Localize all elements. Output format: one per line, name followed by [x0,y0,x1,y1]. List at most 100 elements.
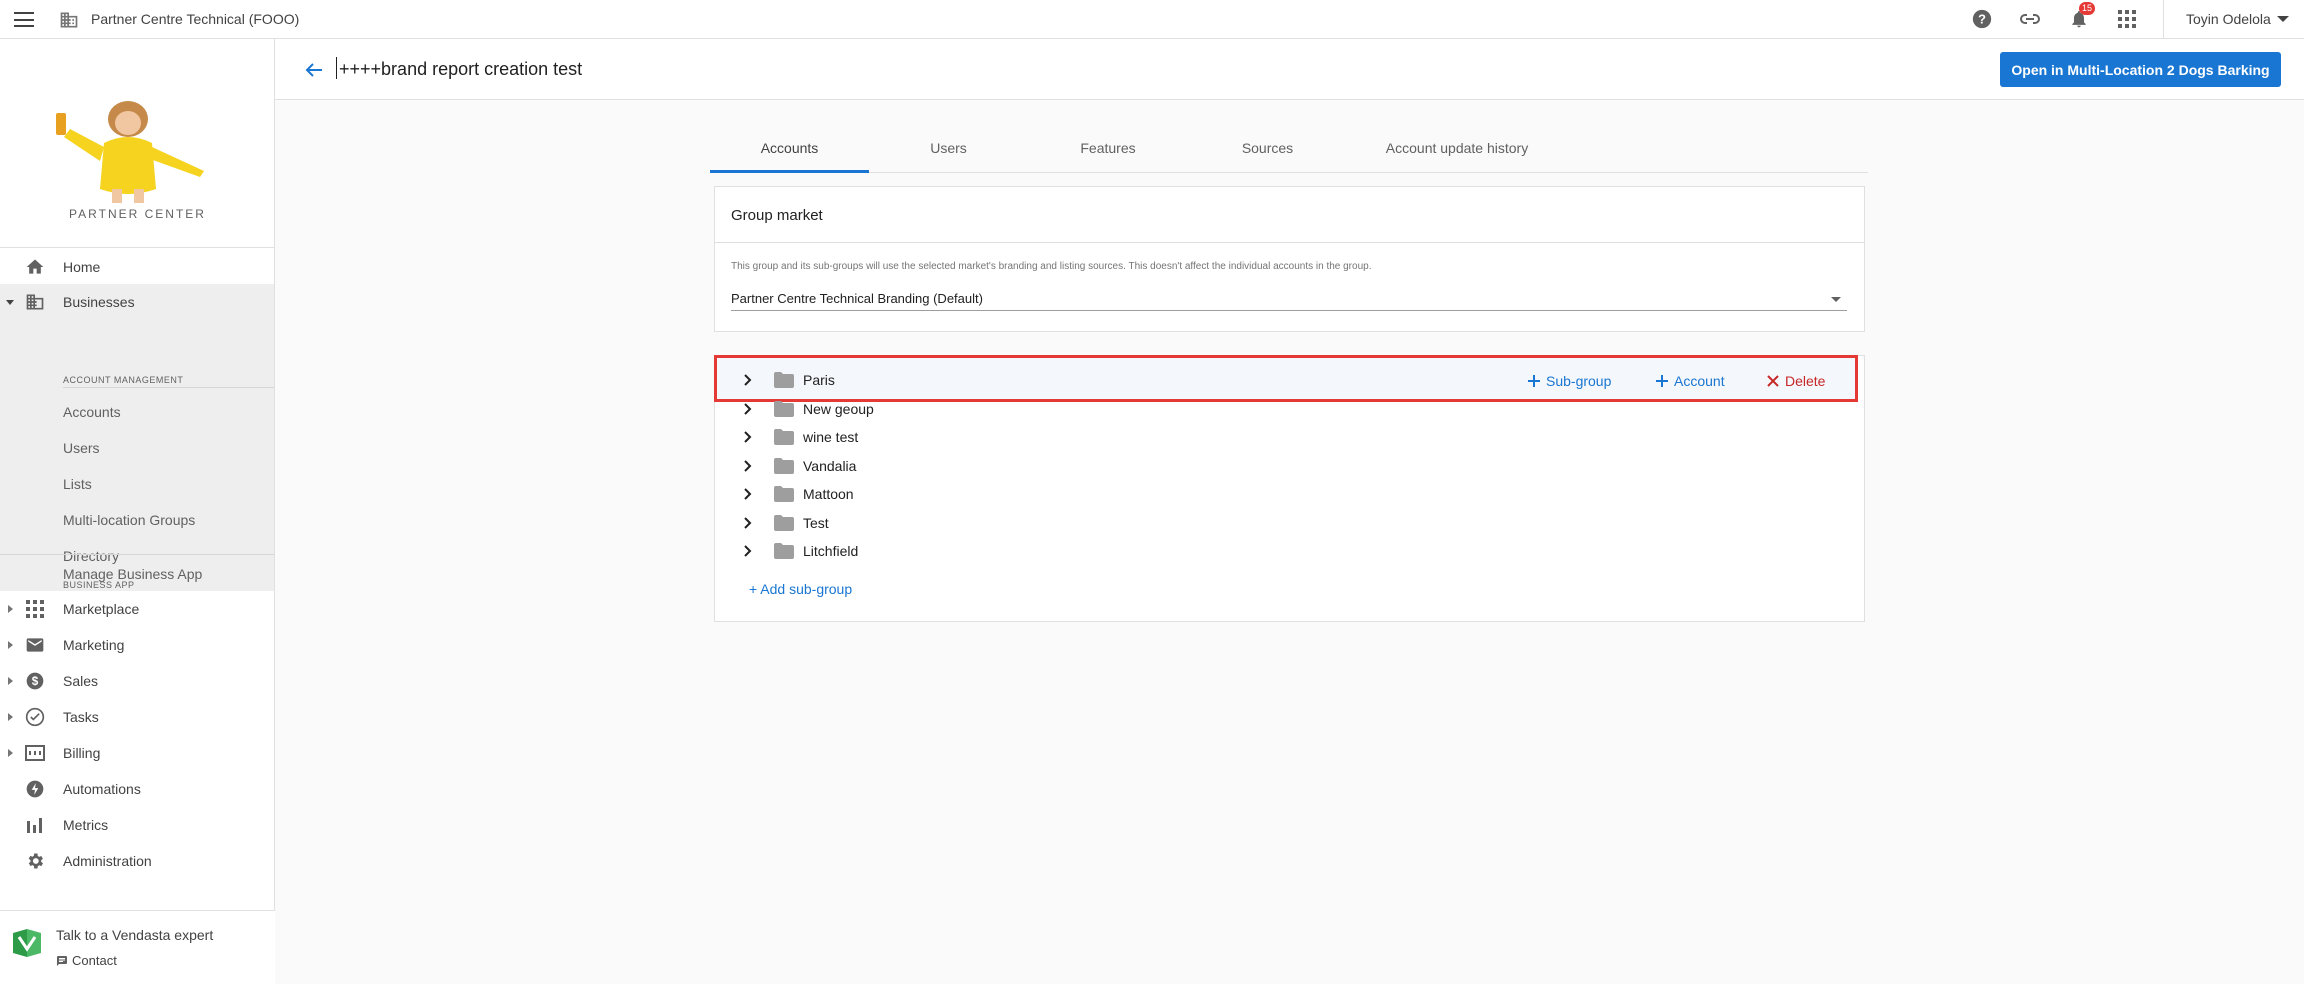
section-divider [63,387,274,388]
billing-icon [25,743,45,763]
apps-grid-icon[interactable] [2115,7,2139,31]
tree-row-label: Vandalia [803,458,857,474]
link-icon[interactable] [2018,7,2042,31]
tree-row-wine-test[interactable]: wine test [715,423,1855,451]
sub-groups-tree-card: Paris Sub-group Account Delete New geoup… [714,355,1865,622]
chevron-right-icon[interactable] [741,460,753,472]
tree-row-label: Mattoon [803,486,854,502]
sidebar-subitem-directory[interactable]: Directory [63,548,119,564]
vendasta-logo-icon [13,929,41,957]
gear-icon [25,851,45,871]
sidebar-item-tasks[interactable]: Tasks [0,699,274,735]
sidebar: PARTNER CENTER Home ACCOUNT MANAGEMENT A… [0,39,275,984]
notifications-bell-icon[interactable]: 15 [2067,2,2095,31]
svg-text:?: ? [1978,12,1986,27]
contact-link[interactable]: Contact [56,953,117,968]
chevron-right-icon[interactable] [741,545,753,557]
home-icon [25,257,45,277]
sidebar-item-marketing[interactable]: Marketing [0,627,274,663]
sidebar-item-administration[interactable]: Administration [0,843,274,879]
partner-logo-image [56,101,204,203]
expand-arrow-icon [6,300,14,305]
group-market-description: This group and its sub-groups will use t… [731,261,1372,272]
tree-row-label: Litchfield [803,543,859,559]
sidebar-item-metrics[interactable]: Metrics [0,807,274,843]
plus-icon [1528,375,1540,387]
group-market-card: Group market This group and its sub-grou… [714,186,1865,332]
tree-row-vandalia[interactable]: Vandalia [715,452,1855,480]
close-icon [1767,375,1779,387]
dollar-icon: $ [25,671,45,691]
marketplace-grid-icon [25,599,45,619]
tab-features[interactable]: Features [1028,130,1188,173]
sidebar-item-marketplace[interactable]: Marketplace [0,591,274,627]
sidebar-subitem-users[interactable]: Users [63,440,100,456]
account-management-header: ACCOUNT MANAGEMENT [63,375,184,385]
page-title: ++++brand report creation test [335,57,583,79]
mail-icon [25,635,45,655]
chat-icon [57,955,67,966]
sidebar-item-label: Marketplace [63,601,140,617]
folder-icon [774,429,794,445]
card-divider [715,242,1864,243]
sidebar-subitem-multi-location-groups[interactable]: Multi-location Groups [63,512,195,528]
tab-sources[interactable]: Sources [1188,130,1347,173]
chevron-right-icon[interactable] [741,517,753,529]
top-bar: Partner Centre Technical (FOOO) ? 15 Toy… [0,0,2304,39]
group-market-title: Group market [731,207,823,224]
sidebar-subitem-lists[interactable]: Lists [63,476,92,492]
add-account-button[interactable]: Account [1655,373,1725,389]
chevron-right-icon[interactable] [741,403,753,415]
chevron-right-icon[interactable] [741,488,753,500]
partner-logo-area: PARTNER CENTER [0,39,275,247]
section-divider [0,554,274,555]
folder-icon [774,458,794,474]
chevron-right-icon[interactable] [741,374,753,386]
chevron-right-icon[interactable] [741,431,753,443]
open-multi-location-button[interactable]: Open in Multi-Location 2 Dogs Barking [2000,52,2281,87]
sidebar-item-label: Home [63,259,101,275]
sidebar-item-billing[interactable]: Billing [0,735,274,771]
sidebar-subitem-accounts[interactable]: Accounts [63,404,121,420]
tree-row-mattoon[interactable]: Mattoon [715,480,1855,508]
expand-arrow-icon [8,605,13,613]
menu-icon[interactable] [14,12,34,27]
add-sub-group-button[interactable]: Sub-group [1527,373,1611,389]
tab-account-update-history[interactable]: Account update history [1347,130,1567,173]
delete-button[interactable]: Delete [1766,373,1825,389]
market-select[interactable]: Partner Centre Technical Branding (Defau… [731,285,1847,311]
market-select-value: Partner Centre Technical Branding (Defau… [731,291,983,306]
tree-row-label: Test [803,515,829,531]
tab-users[interactable]: Users [869,130,1028,173]
sidebar-item-automations[interactable]: Automations [0,771,274,807]
tree-row-litchfield[interactable]: Litchfield [715,537,1855,565]
sub-group-label: Sub-group [1546,373,1612,389]
add-sub-group-link[interactable]: + Add sub-group [749,581,852,597]
check-circle-icon [25,707,45,727]
back-arrow-icon[interactable] [302,58,326,82]
folder-icon [774,486,794,502]
notification-count-badge: 15 [2078,2,2095,15]
vendasta-expert-panel: Talk to a Vendasta expert Contact [0,910,275,984]
tree-row-paris[interactable]: Paris Sub-group Account Delete [715,366,1855,394]
tab-bar: Accounts Users Features Sources Account … [710,130,1868,173]
help-icon[interactable]: ? [1970,7,1994,31]
sidebar-subitem-manage-business-app[interactable]: Manage Business App [63,566,202,582]
sidebar-item-businesses[interactable]: Businesses [0,284,274,320]
building-icon [60,12,78,28]
org-name[interactable]: Partner Centre Technical (FOOO) [91,11,299,27]
sidebar-item-label: Automations [63,781,141,797]
sidebar-item-sales[interactable]: $ Sales [0,663,274,699]
sidebar-item-label: Tasks [63,709,99,725]
tab-accounts[interactable]: Accounts [710,130,869,173]
plus-icon [1656,375,1668,387]
user-menu[interactable]: Toyin Odelola [2186,11,2289,27]
bar-chart-icon [25,815,45,835]
sidebar-item-label: Billing [63,745,101,761]
partner-center-label: PARTNER CENTER [69,207,206,221]
tree-row-new-geoup[interactable]: New geoup [715,395,1855,423]
business-building-icon [25,292,45,312]
tree-row-test[interactable]: Test [715,509,1855,537]
sidebar-item-home[interactable]: Home [0,249,274,285]
businesses-expanded-section: ACCOUNT MANAGEMENT Accounts Users Lists … [0,284,274,591]
